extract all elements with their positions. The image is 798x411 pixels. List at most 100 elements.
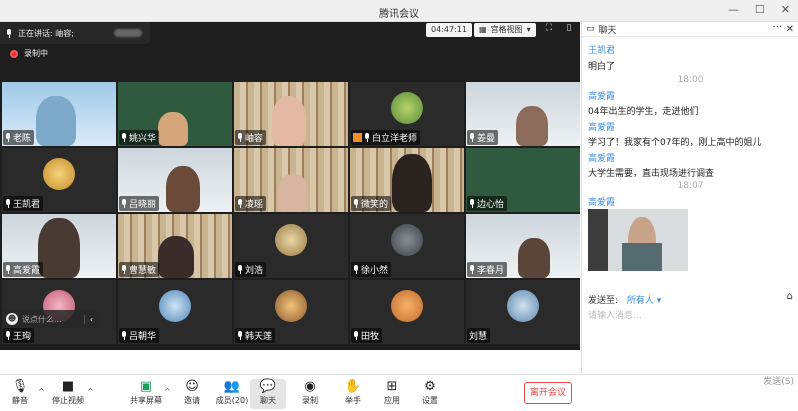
participant-name: 边心怡 [477, 200, 505, 210]
chevron-left-icon[interactable]: ‹ [84, 314, 98, 324]
quick-chat-input[interactable]: ☻ 说点什么... ‹ [2, 310, 98, 328]
chat-bubble-icon: ▭ [586, 24, 595, 34]
chevron-up-icon[interactable]: ^ [87, 387, 94, 396]
participant-name: 吕晓丽 [129, 200, 157, 210]
invite-button[interactable]: ☺ 邀请 [174, 379, 210, 406]
record-button[interactable]: ◉ 录制 [292, 379, 328, 406]
video-tile[interactable]: 岫容 [234, 82, 348, 146]
message-text: 学习了！我家有个07年的，刚上高中的姐儿 [588, 138, 762, 148]
video-tile[interactable]: 曹慧敏 [118, 214, 232, 278]
recording-status: 录制中 [10, 48, 48, 59]
participant-name: 微笑的 [361, 200, 389, 210]
participant-name: 岫容 [245, 134, 264, 144]
emoji-icon[interactable]: ☻ [6, 313, 18, 325]
mic-icon [469, 265, 475, 274]
stop-video-button[interactable]: ■ 停止视频 [50, 379, 86, 406]
fullscreen-icon[interactable]: ⛶ [542, 23, 556, 37]
message-image[interactable] [588, 209, 688, 271]
maximize-icon[interactable]: ☐ [755, 3, 765, 16]
speaking-label: 正在讲话: 岫容; [18, 28, 74, 38]
apps-icon: ⊞ [386, 379, 398, 394]
recording-label: 录制中 [24, 49, 48, 58]
message-sender: 高爱霞 [588, 154, 616, 164]
send-button[interactable]: 发送(S) [763, 374, 794, 387]
share-screen-button[interactable]: ▣ 共享屏幕 [128, 379, 164, 406]
chat-header: ▭ 聊天 ··· ✕ [582, 22, 798, 37]
camera-icon: ■ [61, 379, 75, 394]
record-label: 录制 [302, 396, 318, 405]
chat-input[interactable]: 请输入消息... [588, 308, 642, 321]
video-tile[interactable]: 王凯君 [2, 148, 116, 212]
close-icon[interactable]: ✕ [781, 3, 790, 16]
gear-icon: ⚙ [424, 379, 436, 394]
video-tile[interactable]: 李春月 [466, 214, 580, 278]
chat-messages: 王凯君 明白了 18:00 高爱霞 04年出生的学生，走进他们 高爱霞 学习了！… [582, 38, 798, 298]
chat-title: 聊天 [598, 25, 617, 36]
participant-name: 老陈 [13, 134, 32, 144]
sidebar-toggle-icon[interactable]: ▯ [562, 23, 576, 37]
video-tile[interactable]: 白立洋老师 [350, 82, 464, 146]
mic-icon [5, 199, 11, 208]
video-tile[interactable]: 姜曼 [466, 82, 580, 146]
chat-icon: 💬 [259, 379, 277, 394]
video-tile[interactable]: 边心怡 [466, 148, 580, 212]
video-tile[interactable]: 田牧 [350, 280, 464, 344]
video-tile[interactable]: 韩天莲 [234, 280, 348, 344]
avatar [391, 290, 423, 322]
video-tile[interactable]: 吕晓丽 [118, 148, 232, 212]
leave-meeting-button[interactable]: 离开会议 [524, 382, 572, 404]
send-to-selector[interactable]: 所有人 ▾ [627, 296, 661, 306]
grid-icon: ▦ [479, 25, 487, 34]
chevron-down-icon: ▾ [526, 25, 531, 34]
mic-icon [237, 331, 243, 340]
video-tile[interactable]: 高爱霞 [2, 214, 116, 278]
video-tile[interactable]: 刘慧 [466, 280, 580, 344]
participant-name: 姜曼 [477, 134, 496, 144]
settings-button[interactable]: ⚙ 设置 [412, 379, 448, 406]
send-to-label: 发送至: [588, 296, 619, 306]
mic-icon [6, 28, 12, 38]
mute-button[interactable]: 🎙 静音 [2, 379, 38, 406]
mic-icon [121, 331, 127, 340]
message-sender: 王凯君 [588, 46, 616, 56]
message-text: 04年出生的学生，走进他们 [588, 107, 699, 117]
chat-button[interactable]: 💬 聊天 [250, 379, 286, 409]
participant-name: 徐小然 [361, 266, 389, 276]
chevron-up-icon[interactable]: ^ [38, 387, 45, 396]
mute-label: 静音 [12, 396, 28, 405]
more-icon[interactable]: ··· [772, 22, 782, 33]
video-tile[interactable]: 徐小然 [350, 214, 464, 278]
raise-hand-button[interactable]: ✋ 举手 [335, 379, 371, 406]
mic-icon [353, 199, 359, 208]
close-icon[interactable]: ✕ [786, 24, 794, 35]
message-text: 明白了 [588, 62, 616, 72]
video-tile[interactable]: 姚兴华 [118, 82, 232, 146]
stop-video-label: 停止视频 [52, 396, 84, 405]
minimize-icon[interactable]: — [728, 3, 739, 16]
message-timestamp: 18:00 [677, 75, 704, 85]
mic-icon [469, 199, 475, 208]
chat-panel: ▭ 聊天 ··· ✕ 王凯君 明白了 18:00 高爱霞 04年出生的学生，走进… [581, 22, 798, 374]
video-tile[interactable]: 老陈 [2, 82, 116, 146]
members-button[interactable]: 👥 成员(20) [212, 379, 252, 406]
folder-icon[interactable]: ⌂ [787, 291, 793, 302]
speaker-avatars-blurred [114, 29, 142, 37]
video-tile[interactable]: 微笑的 [350, 148, 464, 212]
members-label: 成员(20) [215, 396, 249, 405]
mic-icon [121, 133, 127, 142]
mic-icon [469, 133, 475, 142]
record-icon: ◉ [304, 379, 316, 394]
participant-name: 白立洋老师 [372, 134, 418, 144]
avatar [43, 158, 75, 190]
chat-label: 聊天 [260, 396, 276, 405]
video-tile[interactable]: 吕朝华 [118, 280, 232, 344]
video-tile[interactable]: 凌瑶 [234, 148, 348, 212]
mic-icon [237, 265, 243, 274]
mic-icon [237, 199, 243, 208]
view-mode-button[interactable]: ▦ 宫格视图 ▾ [474, 23, 536, 37]
video-tile[interactable]: 刘浩 [234, 214, 348, 278]
avatar [275, 224, 307, 256]
window-title: 腾讯会议 [379, 9, 419, 20]
chevron-up-icon[interactable]: ^ [164, 387, 171, 396]
apps-button[interactable]: ⊞ 应用 [374, 379, 410, 406]
